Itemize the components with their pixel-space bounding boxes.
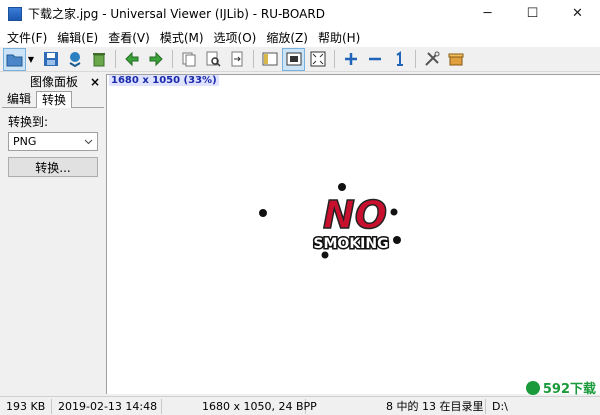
one-to-one-icon	[395, 51, 403, 66]
fullscreen-button[interactable]	[306, 48, 329, 71]
settings-button[interactable]	[420, 48, 443, 71]
plus-icon	[344, 53, 357, 65]
status-dimensions: 1680 x 1050, 24 BPP	[162, 398, 317, 414]
image-panel: 图像面板 × 编辑 转换 转换到: PNG 转换...	[2, 74, 104, 394]
delete-button[interactable]	[87, 48, 110, 71]
panel-title: 图像面板	[30, 75, 79, 89]
copy-icon	[182, 52, 195, 67]
status-bar: 193 KB 2019-02-13 14:48 1680 x 1050, 24 …	[0, 396, 600, 415]
app-icon	[8, 6, 22, 21]
menu-zoom[interactable]: 缩放(Z)	[261, 29, 313, 46]
arrow-right-icon	[149, 51, 163, 67]
tools-icon	[424, 51, 439, 66]
menu-edit[interactable]: 编辑(E)	[52, 29, 103, 46]
previous-button[interactable]	[120, 48, 143, 71]
status-position: 8 中的 13 在目录里	[306, 398, 486, 414]
zoom-in-button[interactable]	[339, 48, 362, 71]
format-select-value: PNG	[13, 135, 37, 148]
trash-icon	[92, 53, 105, 67]
toolbar-separator	[115, 50, 116, 68]
fit-window-button[interactable]	[282, 47, 305, 71]
panel-layout-icon	[262, 52, 277, 66]
toolbar-separator	[415, 50, 416, 68]
open-folder-button[interactable]	[3, 47, 26, 71]
status-path: D:\	[492, 399, 508, 413]
open-dropdown-button[interactable]: ▼	[27, 48, 35, 71]
document-arrow-icon	[231, 51, 242, 67]
convert-button[interactable]: 转换...	[8, 157, 98, 177]
move-file-icon	[68, 52, 81, 67]
close-button[interactable]: ✕	[555, 0, 600, 27]
image-info-label: 1680 x 1050 (33%)	[109, 75, 219, 86]
move-button[interactable]	[63, 48, 86, 71]
logo-smoking-text: SMOKING	[313, 236, 388, 252]
menu-file[interactable]: 文件(F)	[2, 29, 52, 46]
minus-icon	[368, 57, 381, 61]
copy-button[interactable]	[177, 48, 200, 71]
minimize-button[interactable]: ─	[465, 0, 510, 27]
tab-edit[interactable]: 编辑	[2, 91, 36, 108]
panel-tabs: 编辑 转换	[2, 91, 104, 108]
plugins-button[interactable]	[444, 48, 467, 71]
document-search-icon	[206, 51, 221, 67]
watermark: 592下载	[525, 378, 596, 397]
toolbar-separator	[172, 50, 173, 68]
menu-help[interactable]: 帮助(H)	[313, 29, 365, 46]
tab-convert[interactable]: 转换	[36, 91, 73, 108]
convert-tab-body: 转换到: PNG 转换...	[2, 108, 104, 181]
status-date: 2019-02-13 14:48	[52, 398, 162, 414]
toggle-panel-button[interactable]	[258, 48, 281, 71]
title-bar: 下载之家.jpg - Universal Viewer (IJLib) - RU…	[0, 0, 600, 27]
convert-to-label: 转换到:	[8, 115, 49, 129]
arrow-left-icon	[124, 51, 138, 67]
watermark-logo-icon	[525, 380, 540, 395]
watermark-text: 592下载	[542, 382, 596, 397]
toolbar: ▼	[0, 47, 600, 72]
save-icon	[43, 52, 58, 66]
toolbar-separator	[253, 50, 254, 68]
fullscreen-icon	[310, 51, 325, 67]
save-button[interactable]	[39, 48, 62, 71]
no-smoking-image: NO SMOKING	[259, 183, 401, 259]
zoom-out-button[interactable]	[363, 48, 386, 71]
logo-no-text: NO	[323, 193, 387, 237]
menu-view[interactable]: 查看(V)	[103, 29, 155, 46]
toolbar-separator	[334, 50, 335, 68]
next-button[interactable]	[144, 48, 167, 71]
image-view[interactable]: 1680 x 1050 (33%) NO SMOKING	[106, 74, 600, 394]
menu-mode[interactable]: 模式(M)	[155, 29, 209, 46]
find-button[interactable]	[201, 48, 224, 71]
folder-open-icon	[6, 54, 22, 67]
fit-window-icon	[286, 52, 301, 66]
format-select[interactable]: PNG	[8, 132, 98, 151]
menu-options[interactable]: 选项(O)	[209, 29, 262, 46]
menu-bar: 文件(F) 编辑(E) 查看(V) 模式(M) 选项(O) 缩放(Z) 帮助(H…	[0, 27, 600, 47]
box-icon	[448, 53, 463, 66]
status-file-size: 193 KB	[0, 398, 52, 414]
window-title: 下载之家.jpg - Universal Viewer (IJLib) - RU…	[28, 7, 325, 21]
panel-close-button[interactable]: ×	[90, 75, 100, 89]
chevron-down-icon	[84, 139, 93, 144]
panel-header: 图像面板 ×	[2, 74, 104, 90]
maximize-button[interactable]: ☐	[510, 0, 555, 27]
export-button[interactable]	[225, 48, 248, 71]
actual-size-button[interactable]	[387, 48, 410, 71]
